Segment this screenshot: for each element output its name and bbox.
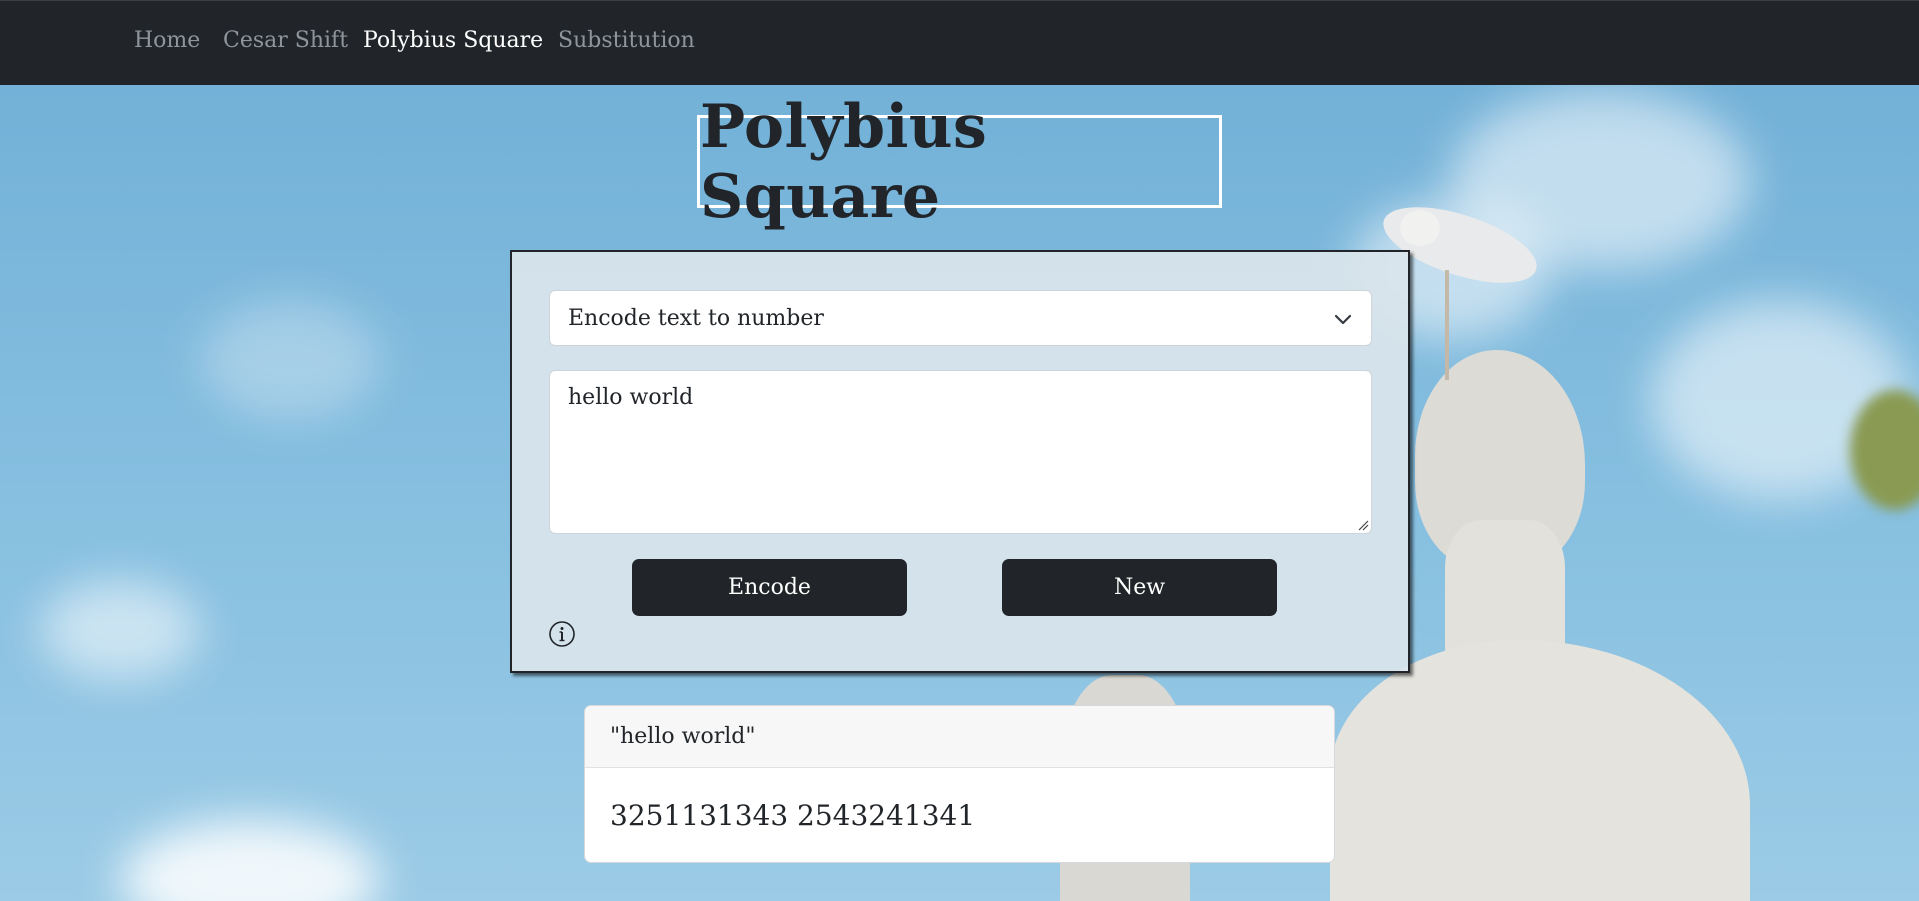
nav-polybius-square[interactable]: Polybius Square xyxy=(363,28,543,53)
mode-select[interactable]: Encode text to number xyxy=(549,290,1372,346)
text-input-area[interactable]: hello world xyxy=(549,370,1372,534)
info-circle-icon[interactable] xyxy=(548,620,576,648)
top-navbar: Home Cesar Shift Polybius Square Substit… xyxy=(0,0,1919,85)
cipher-form-card: Encode text to number hello world Encode… xyxy=(510,250,1410,673)
nav-substitution[interactable]: Substitution xyxy=(558,28,695,53)
chevron-down-icon xyxy=(1334,314,1352,325)
nav-cesar-shift[interactable]: Cesar Shift xyxy=(223,28,348,53)
page-title-box: Polybius Square xyxy=(697,92,1222,232)
result-card: "hello world" 3251131343 2543241341 xyxy=(584,705,1335,863)
encode-button[interactable]: Encode xyxy=(632,559,907,616)
new-button[interactable]: New xyxy=(1002,559,1277,616)
result-header: "hello world" xyxy=(585,706,1334,768)
page-title: Polybius Square xyxy=(700,91,988,232)
nav-home[interactable]: Home xyxy=(134,28,200,53)
result-output: 3251131343 2543241341 xyxy=(610,799,976,832)
mode-select-value: Encode text to number xyxy=(568,305,824,331)
text-input-value: hello world xyxy=(568,385,694,410)
resize-grip-icon[interactable] xyxy=(1357,519,1369,531)
